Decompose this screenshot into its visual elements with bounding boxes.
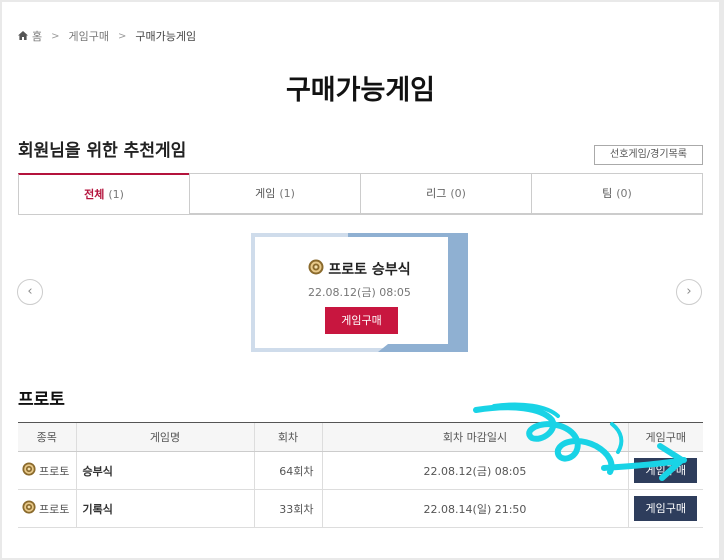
tab-label: 전체: [84, 188, 105, 201]
sport-cell: 프로토: [18, 451, 76, 490]
round-cell: 33회차: [253, 489, 322, 528]
breadcrumb-separator-icon: >: [51, 30, 60, 42]
tab-count: (0): [450, 187, 466, 200]
card-date: 22.08.12(금) 08:05: [308, 286, 411, 299]
proto-heading: 프로토: [18, 390, 65, 410]
carousel-prev-button[interactable]: ‹: [17, 279, 43, 305]
chevron-left-icon: ‹: [27, 284, 33, 299]
table-row: 프로토 승부식 64회차 22.08.12(금) 08:05 게임구매: [18, 451, 703, 490]
column-header: 종목: [18, 422, 76, 452]
target-icon: [22, 462, 36, 479]
game-name[interactable]: 기록식: [75, 489, 254, 528]
breadcrumb: 홈 > 게임구매 > 구매가능게임: [18, 28, 196, 44]
card-title-text: 프로토 승부식: [328, 262, 411, 278]
tab-game[interactable]: 게임 (1): [189, 173, 360, 214]
proto-games-table: 종목 게임명 회차 회차 마감일시 게임구매 프로토 승부식 64회차 22.0…: [18, 422, 703, 528]
tab-label: 리그: [426, 187, 447, 200]
tab-team[interactable]: 팀 (0): [531, 173, 703, 214]
column-header: 회차: [253, 422, 322, 452]
chevron-right-icon: ›: [686, 284, 692, 299]
sport-label: 프로토: [39, 464, 70, 478]
round-cell: 64회차: [253, 451, 322, 490]
page-title: 구매가능게임: [285, 75, 436, 106]
buy-cell: 게임구매: [627, 451, 703, 490]
recommended-game-card: 프로토 승부식 22.08.12(금) 08:05 게임구매: [251, 233, 468, 352]
sport-cell: 프로토: [18, 489, 76, 528]
recommend-tabs: 전체 (1) 게임 (1) 리그 (0) 팀 (0): [18, 173, 703, 215]
home-icon[interactable]: [18, 30, 28, 43]
recommend-heading: 회원님을 위한 추천게임: [18, 141, 187, 161]
tab-all[interactable]: 전체 (1): [18, 173, 189, 214]
tab-count: (1): [108, 188, 124, 201]
column-header: 게임명: [75, 422, 254, 452]
tab-count: (1): [279, 187, 295, 200]
preferred-games-button[interactable]: 선호게임/경기목록: [594, 145, 703, 165]
tab-league[interactable]: 리그 (0): [360, 173, 531, 214]
tab-label: 게임: [255, 187, 276, 200]
breadcrumb-parent[interactable]: 게임구매: [69, 28, 109, 44]
buy-cell: 게임구매: [627, 489, 703, 528]
breadcrumb-current: 구매가능게임: [135, 30, 197, 43]
table-row: 프로토 기록식 33회차 22.08.14(일) 21:50 게임구매: [18, 489, 703, 528]
breadcrumb-home[interactable]: 홈: [32, 28, 42, 44]
buy-button[interactable]: 게임구매: [634, 496, 698, 521]
deadline-cell: 22.08.12(금) 08:05: [321, 451, 628, 490]
target-icon: [308, 259, 324, 279]
card-buy-button[interactable]: 게임구매: [325, 307, 398, 334]
tab-label: 팀: [602, 187, 613, 200]
target-icon: [22, 500, 36, 517]
page: 홈 > 게임구매 > 구매가능게임 구매가능게임 회원님을 위한 추천게임 선호…: [2, 2, 719, 558]
sport-label: 프로토: [39, 502, 70, 516]
card-title: 프로토 승부식: [255, 259, 464, 279]
breadcrumb-separator-icon: >: [118, 30, 127, 42]
tab-count: (0): [616, 187, 632, 200]
card-body: 프로토 승부식 22.08.12(금) 08:05 게임구매: [255, 237, 464, 348]
table-header-row: 종목 게임명 회차 회차 마감일시 게임구매: [18, 422, 703, 452]
column-header: 회차 마감일시: [321, 422, 628, 452]
column-header: 게임구매: [627, 422, 703, 452]
deadline-cell: 22.08.14(일) 21:50: [321, 489, 628, 528]
carousel-next-button[interactable]: ›: [676, 279, 702, 305]
buy-button[interactable]: 게임구매: [634, 458, 698, 483]
game-name[interactable]: 승부식: [75, 451, 254, 490]
